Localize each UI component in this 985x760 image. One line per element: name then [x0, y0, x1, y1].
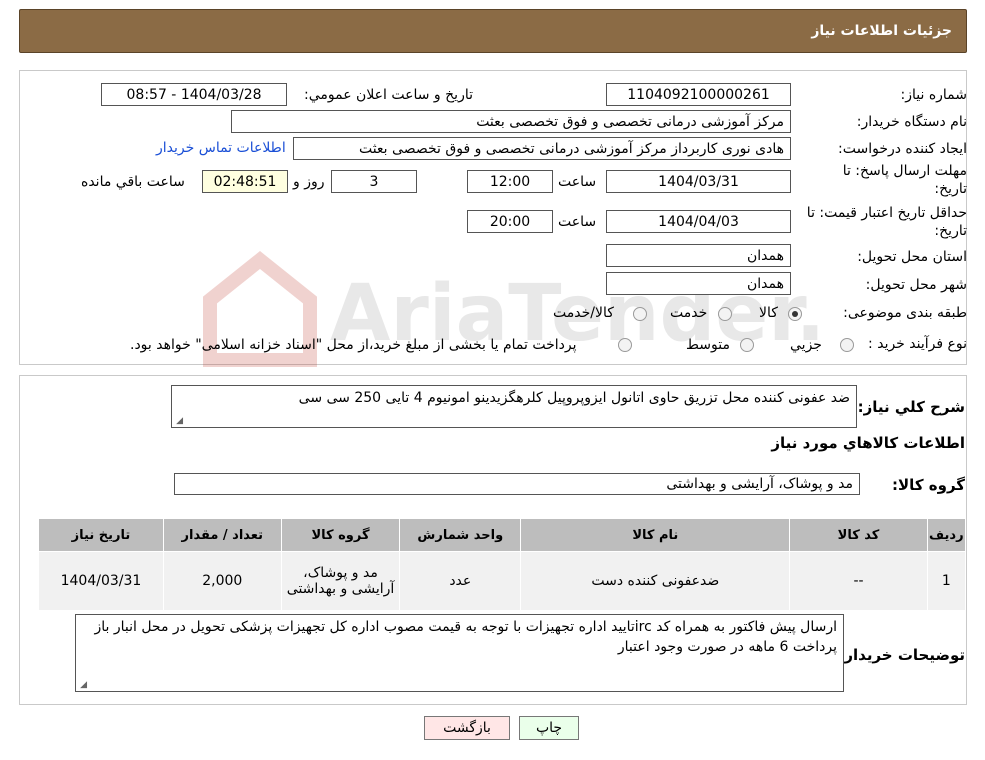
category-option-service: خدمت: [670, 305, 708, 321]
process-label: نوع فرآيند خريد :: [868, 336, 967, 352]
buyer-notes-label: توضيحات خريدار:: [838, 646, 965, 664]
col-code: كد كالا: [789, 518, 928, 552]
deadline-date-field: 1404/03/31: [606, 170, 791, 193]
cell-unit: عدد: [399, 551, 522, 611]
validity-label-line2: تاريخ:: [934, 223, 967, 239]
cell-row: 1: [926, 551, 967, 611]
cell-code: --: [789, 551, 928, 611]
category-label: طبقه بندی موضوعی:: [843, 305, 967, 321]
buyer-org-field: مرکز آموزشی درمانی تخصصی و فوق تخصصی بعث…: [231, 110, 791, 133]
buyer-contact-link[interactable]: اطلاعات تماس خريدار: [156, 140, 286, 156]
buyer-notes-text: ارسال پیش فاکتور به همراه کد ircتایید اد…: [94, 619, 837, 655]
col-unit: واحد شمارش: [399, 518, 522, 552]
back-button[interactable]: بازگشت: [424, 716, 510, 740]
category-option-goods: كالا: [759, 305, 778, 321]
table-header-row: رديف كد كالا نام كالا واحد شمارش گروه كا…: [38, 518, 967, 552]
cell-date: 1404/03/31: [38, 551, 164, 611]
print-button[interactable]: چاپ: [519, 716, 579, 740]
province-field: همدان: [606, 244, 791, 267]
col-date: تاريخ نياز: [38, 518, 164, 552]
summary-textarea: ضد عفونی کننده محل تزریق حاوی اتانول ایز…: [171, 385, 857, 428]
col-row: رديف: [926, 518, 967, 552]
city-field: همدان: [606, 272, 791, 295]
need-number-label: شماره نیاز:: [900, 87, 968, 103]
creator-label: ايجاد کننده درخواست:: [838, 141, 967, 157]
days-label: روز و: [293, 174, 325, 190]
deadline-time-field: 12:00: [467, 170, 553, 193]
process-radio-medium[interactable]: [740, 338, 754, 352]
col-group: گروه كالا: [280, 518, 401, 552]
goods-group-label: گروه كالا:: [892, 476, 965, 494]
validity-date-field: 1404/04/03: [606, 210, 791, 233]
summary-text: ضد عفونی کننده محل تزریق حاوی اتانول ایز…: [298, 390, 850, 406]
validity-time-field: 20:00: [467, 210, 553, 233]
province-label: استان محل تحويل:: [857, 249, 967, 265]
announce-field: 1404/03/28 - 08:57: [101, 83, 287, 106]
page-title: جزئیات اطلاعات نیاز: [811, 23, 952, 39]
remaining-time-field: 02:48:51: [202, 170, 288, 193]
creator-field: هادی نوری کاربرداز مرکز آموزشی درمانی تخ…: [293, 137, 791, 160]
cell-qty: 2,000: [162, 551, 282, 611]
goods-info-title: اطلاعات كالاهاي مورد نياز: [771, 434, 965, 452]
process-option-minor: جزیي: [790, 337, 822, 353]
table-row: 1 -- ضدعفونی کننده دست عدد مد و پوشاک، آ…: [38, 551, 967, 611]
city-label: شهر محل تحويل:: [865, 277, 967, 293]
cell-name: ضدعفونی کننده دست: [520, 551, 791, 611]
process-option-medium: متوسط: [686, 337, 730, 353]
need-number-field: 1104092100000261: [606, 83, 791, 106]
treasury-checkbox[interactable]: [618, 338, 632, 352]
buyer-org-label: نام دستگاه خريدار:: [856, 114, 967, 130]
process-note: پرداخت تمام یا بخشی از مبلغ خرید،از محل …: [130, 337, 577, 353]
validity-label-line1: حداقل تاريخ اعتبار قيمت: تا: [806, 205, 967, 221]
process-radio-minor[interactable]: [840, 338, 854, 352]
resize-grip-icon[interactable]: ◢: [79, 681, 87, 690]
category-radio-goods[interactable]: [788, 307, 802, 321]
col-qty: تعداد / مقدار: [162, 518, 282, 552]
category-radio-goods-service[interactable]: [633, 307, 647, 321]
deadline-time-label: ساعت: [558, 174, 597, 190]
days-field: 3: [331, 170, 417, 193]
remaining-label: ساعت باقي مانده: [81, 174, 185, 190]
goods-group-field: مد و پوشاک، آرایشی و بهداشتی: [174, 473, 860, 495]
buyer-notes-textarea: ارسال پیش فاکتور به همراه کد ircتایید اد…: [75, 614, 844, 692]
items-table: رديف كد كالا نام كالا واحد شمارش گروه كا…: [38, 518, 967, 611]
page-header: جزئیات اطلاعات نیاز: [19, 9, 967, 53]
resize-grip-icon[interactable]: ◢: [175, 417, 183, 426]
cell-group: مد و پوشاک، آرایشی و بهداشتی: [280, 551, 401, 611]
deadline-label-line1: مهلت ارسال پاسخ: تا: [842, 163, 967, 179]
category-radio-service[interactable]: [718, 307, 732, 321]
category-option-goods-service: كالا/خدمت: [553, 305, 614, 321]
summary-label: شرح كلي نياز:: [857, 398, 965, 416]
announce-label: تاریخ و ساعت اعلان عمومي:: [304, 87, 473, 103]
deadline-label-line2: تاريخ:: [934, 181, 967, 197]
col-name: نام كالا: [520, 518, 791, 552]
validity-time-label: ساعت: [558, 214, 597, 230]
